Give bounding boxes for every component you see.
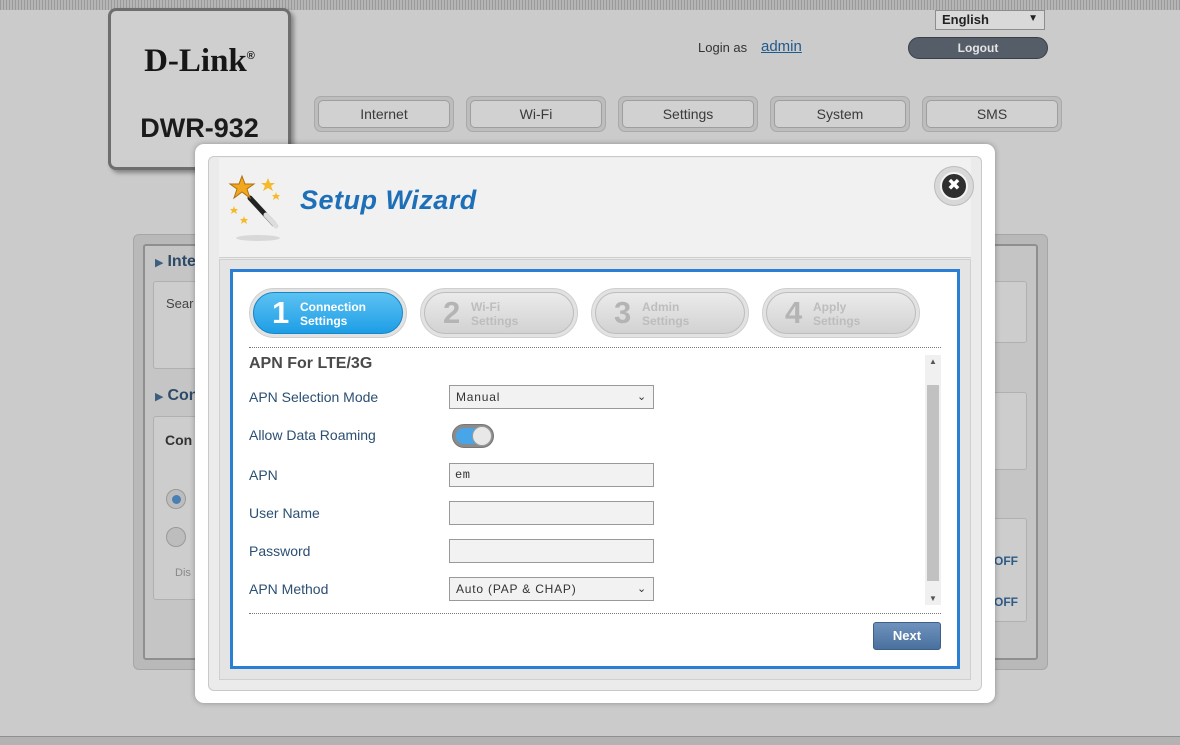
tab-sms-label: SMS (926, 100, 1058, 128)
tab-settings-label: Settings (622, 100, 754, 128)
background-heading-text: Con (167, 387, 199, 404)
toggle-knob (472, 426, 492, 446)
background-text: Dis (175, 567, 191, 579)
background-radio-on (166, 489, 186, 509)
logout-button[interactable]: Logout (908, 37, 1048, 59)
apn-method-value: Auto (PAP & CHAP) (456, 582, 577, 596)
background-heading-text: Inte (167, 253, 196, 270)
apn-method-select[interactable]: Auto (PAP & CHAP) ⌄ (449, 577, 654, 601)
divider (249, 347, 941, 348)
wizard-title: Setup Wizard (300, 185, 477, 215)
user-name-label: User Name (249, 505, 320, 521)
brand-logo: D-Link® (111, 43, 288, 80)
chevron-down-icon: ⌄ (636, 391, 647, 403)
chevron-down-icon: ▼ (1028, 13, 1038, 24)
apn-selection-mode-value: Manual (456, 390, 501, 404)
brand-name: D-Link (144, 43, 247, 79)
background-subheading: Con (165, 432, 193, 448)
step-label: Admin Settings (642, 300, 742, 328)
chevron-down-icon: ⌄ (636, 583, 647, 595)
apn-method-label: APN Method (249, 581, 329, 597)
step-pill: 2 Wi-Fi Settings (424, 292, 574, 334)
step-label-line2: Settings (813, 314, 861, 328)
allow-data-roaming-label: Allow Data Roaming (249, 427, 376, 443)
triangle-right-icon: ▶ (155, 257, 164, 269)
divider (249, 613, 941, 614)
tab-wifi[interactable]: Wi-Fi (466, 96, 606, 132)
triangle-right-icon: ▶ (155, 391, 164, 403)
tab-internet[interactable]: Internet (314, 96, 454, 132)
step-label: Apply Settings (813, 300, 913, 328)
allow-data-roaming-toggle[interactable] (452, 424, 494, 448)
login-label: Login as (698, 40, 748, 55)
model-name: DWR-932 (140, 113, 259, 143)
step-label: Connection Settings (300, 300, 400, 328)
language-select[interactable]: English ▼ (935, 10, 1045, 30)
tab-system[interactable]: System (770, 96, 910, 132)
step-label-line2: Settings (642, 314, 690, 328)
step-admin-settings[interactable]: 3 Admin Settings (591, 288, 749, 338)
background-text: Sear (166, 296, 194, 311)
background-off-label: OFF (994, 595, 1018, 609)
background-off-label: OFF (994, 554, 1018, 568)
step-label-line1: Wi-Fi (471, 300, 501, 314)
form-scrollbar[interactable]: ▲ ▼ (925, 355, 941, 605)
step-wifi-settings[interactable]: 2 Wi-Fi Settings (420, 288, 578, 338)
step-label-line2: Settings (471, 314, 519, 328)
step-number: 1 (272, 295, 290, 330)
apn-selection-mode-label: APN Selection Mode (249, 389, 379, 405)
step-number: 3 (614, 295, 632, 330)
step-pill: 4 Apply Settings (766, 292, 916, 334)
close-button[interactable]: ✖ (934, 166, 974, 206)
step-label-line2: Settings (300, 314, 348, 328)
step-label: Wi-Fi Settings (471, 300, 571, 328)
apn-input[interactable]: em (449, 463, 654, 487)
magic-wand-icon (228, 174, 280, 241)
step-number: 4 (785, 295, 803, 330)
background-radio-off (166, 527, 186, 547)
tab-system-label: System (774, 100, 906, 128)
language-value: English (942, 12, 989, 27)
section-title: APN For LTE/3G (249, 355, 373, 372)
tab-settings[interactable]: Settings (618, 96, 758, 132)
step-connection-settings[interactable]: 1 Connection Settings (249, 288, 407, 338)
apn-label: APN (249, 467, 278, 483)
background-heading-internet: ▶ Inte (155, 253, 196, 271)
registered-mark: ® (246, 50, 255, 62)
tab-wifi-label: Wi-Fi (470, 100, 602, 128)
password-label: Password (249, 543, 311, 559)
scroll-thumb[interactable] (927, 385, 939, 581)
login-user-link[interactable]: admin (761, 38, 802, 55)
tab-sms[interactable]: SMS (922, 96, 1062, 132)
step-pill: 3 Admin Settings (595, 292, 745, 334)
step-label-line1: Connection (300, 300, 366, 314)
step-apply-settings[interactable]: 4 Apply Settings (762, 288, 920, 338)
bottom-strip (0, 736, 1180, 745)
step-label-line1: Apply (813, 300, 847, 314)
tab-internet-label: Internet (318, 100, 450, 128)
step-label-line1: Admin (642, 300, 680, 314)
step-pill: 1 Connection Settings (253, 292, 403, 334)
next-button[interactable]: Next (873, 622, 941, 650)
scroll-up-icon[interactable]: ▲ (925, 357, 941, 366)
scroll-down-icon[interactable]: ▼ (925, 594, 941, 603)
background-heading-connection: ▶ Con (155, 387, 199, 405)
password-input[interactable] (449, 539, 654, 563)
close-icon: ✖ (940, 172, 968, 200)
step-number: 2 (443, 295, 461, 330)
apn-selection-mode-select[interactable]: Manual ⌄ (449, 385, 654, 409)
user-name-input[interactable] (449, 501, 654, 525)
